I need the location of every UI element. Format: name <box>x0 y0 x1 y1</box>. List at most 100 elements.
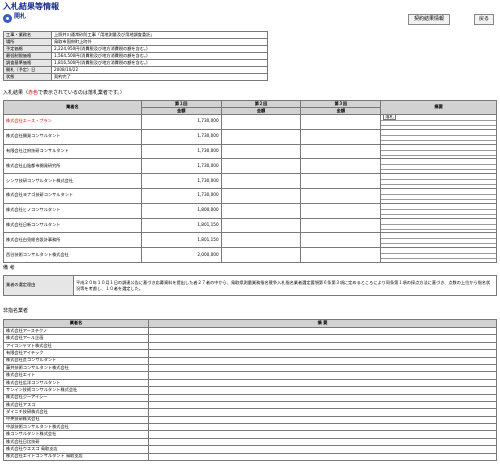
invited-name: サンイン技術コンサルタント株式会社 <box>3 386 149 395</box>
invited-remarks <box>148 430 497 439</box>
invited-row: 藤井技術コンサルタント株式会社 <box>3 363 497 373</box>
info-label: 最低制限価格 <box>3 52 52 60</box>
bidder-name: 株式会社開発コンサルタント <box>3 128 142 145</box>
bid-amount-round2 <box>220 173 302 189</box>
invited-row: 株式会社日比技研 <box>3 437 497 447</box>
invited-row: 中央技研株式会社 <box>3 415 497 425</box>
invited-name: 中部技術コンサルタント株式会社 <box>3 423 149 432</box>
bid-amount-round3 <box>300 143 382 160</box>
circle-icon <box>3 14 12 23</box>
col-header-amount2: 金額 <box>220 107 302 115</box>
col-header-remarks: 摘要 <box>380 100 497 115</box>
invited-remarks <box>148 326 497 336</box>
bid-amount-round2 <box>220 202 302 219</box>
bid-amount-round3 <box>300 232 382 249</box>
invited-row: 有限会社アイテック <box>3 349 497 358</box>
invited-name: 株式会社ジーアイシー <box>3 393 149 402</box>
invited-row: ダイニチ技研株式会社 <box>3 408 497 417</box>
notes-text: 平成２０年１０月１日の調達公告に基づき応募資料を提出した者２７者の中から、鳥取県… <box>73 275 497 296</box>
invited-name: 株式会社ウエスコ 鳥取支店 <box>3 445 149 454</box>
bid-remarks <box>380 232 497 249</box>
bid-amount-round1: 1,801,150 <box>140 217 222 234</box>
invited-remarks <box>148 400 497 410</box>
remark-line <box>381 121 496 126</box>
remark-text: 落札 <box>383 114 396 120</box>
bid-row: シンワ技研コンサルタント株式会社 1,730,000 <box>3 173 497 189</box>
bid-amount-round3 <box>300 217 382 234</box>
col-header-amount3: 金額 <box>300 107 382 115</box>
invited-row: 株式会社ウエスコ 鳥取支店 <box>3 445 497 454</box>
bid-remarks <box>380 158 497 175</box>
contract-result-button[interactable]: 契約結果情報 <box>408 14 450 25</box>
bid-amount-round2 <box>220 158 302 175</box>
bid-amount-round1: 2,000,000 <box>140 247 222 263</box>
invited-row: サンイン技術コンサルタント株式会社 <box>3 386 497 395</box>
invited-remarks <box>148 393 497 402</box>
bid-amount-round2 <box>220 143 302 160</box>
bid-row: 株式会社白兎総合設計事務所 1,801,150 <box>3 232 497 249</box>
bidder-name: 株式会社白兎総合設計事務所 <box>3 232 142 249</box>
bid-row: 株式会社ヨナゴ技研コンサルタント 1,730,000 <box>3 187 497 204</box>
invited-remarks <box>148 341 497 351</box>
col-header-amount1: 金額 <box>140 107 222 115</box>
invited-name: 中央技研株式会社 <box>3 415 149 425</box>
invited-name: 株式会社日比技研 <box>3 437 149 447</box>
bidder-name: 株式会社ヒノコンサルタント <box>3 202 142 219</box>
col-header-name: 業者名 <box>3 100 142 115</box>
bid-caption: 入札結果（赤色で表示されているのは落札業者です。） <box>3 90 125 96</box>
invited-name: アイコンヤマト株式会社 <box>3 341 149 351</box>
invited-remarks <box>148 334 497 343</box>
bid-amount-round2 <box>220 187 302 204</box>
info-value: 2,224,950円(消費税及び地方消費税の額を含む。) <box>51 45 268 53</box>
page-title: 入札結果等情報 <box>3 2 59 11</box>
bid-amount-round1: 1,730,000 <box>140 143 222 160</box>
remark-line <box>381 254 496 260</box>
bid-results-table: 業者名 第１回 第２回 第３回 摘要 金額 金額 金額 株式会社エース・プラン 1… <box>3 100 497 263</box>
info-value: 2008/10/22 <box>51 66 268 74</box>
invited-name: 株式会社エイトコンサルタント 鳥取支店 <box>3 452 149 462</box>
invited-remarks <box>148 363 497 373</box>
invited-remarks <box>148 437 497 447</box>
bid-remarks <box>380 247 497 263</box>
bid-row: 株式会社山陰都市開発研究所 1,730,000 <box>3 158 497 175</box>
invited-name: 株コンサルタント株式会社 <box>3 430 149 439</box>
notes-heading: 備 考 <box>3 265 15 271</box>
invited-remarks <box>148 423 497 432</box>
bid-amount-round1: 1,730,000 <box>140 187 222 204</box>
bid-amount-round2 <box>220 217 302 234</box>
invited-row: 株式会社広洋コンサルタント <box>3 378 497 388</box>
remark-line <box>381 136 496 141</box>
invited-row: 株式会社アール企画 <box>3 334 497 343</box>
remark-line <box>381 225 496 230</box>
notes-label: 業者の選定理由 <box>3 275 74 296</box>
info-value: 契約完了 <box>51 73 268 81</box>
bid-row: 株式会社日新コンサルタント 1,801,150 <box>3 217 497 234</box>
info-row: 工事・業務名 上照井川通常砂防工事「用地測量及び用地調査委託」 <box>3 31 268 39</box>
remark-line <box>381 180 496 186</box>
back-button[interactable]: 戻る <box>474 14 494 25</box>
invited-row: 株式会社エイト <box>3 371 497 380</box>
info-row: 予定価格 2,224,950円(消費税及び地方消費税の額を含む。) <box>3 45 268 53</box>
info-label: 開札（予定）日 <box>3 66 52 74</box>
invited-table: 業者名 摘 要 株式会社アーステクノ 株式会社アール企画 アイコンヤマト株式会社 有限… <box>3 319 497 462</box>
invited-remarks <box>148 349 497 358</box>
bid-remarks: 落札 <box>380 114 497 130</box>
info-row: 開札（予定）日 2008/10/22 <box>3 66 268 74</box>
bid-amount-round1: 1,800,000 <box>140 202 222 219</box>
bidder-name: 西谷技術コンサルタント株式会社 <box>3 247 142 263</box>
bid-remarks <box>380 187 497 204</box>
invited-heading: 非指名業者 <box>3 308 29 314</box>
bid-remarks <box>380 217 497 234</box>
info-value: 1,564,500円(消費税及び地方消費税の額を含む。) <box>51 52 268 60</box>
invited-name: 株式会社広洋コンサルタント <box>3 378 149 388</box>
info-label: 予定価格 <box>3 45 52 53</box>
bid-row: 有限会社江府技研コンサルタント 1,730,000 <box>3 143 497 160</box>
invited-col-remarks: 摘 要 <box>148 319 497 328</box>
invited-remarks <box>148 415 497 425</box>
remark-line <box>381 165 496 171</box>
invited-row: 株式会社荒コンサルタント <box>3 356 497 365</box>
remark-line <box>381 195 496 200</box>
bid-amount-round3 <box>300 128 382 145</box>
bidder-name: 株式会社山陰都市開発研究所 <box>3 158 142 175</box>
remark-line <box>381 239 496 245</box>
